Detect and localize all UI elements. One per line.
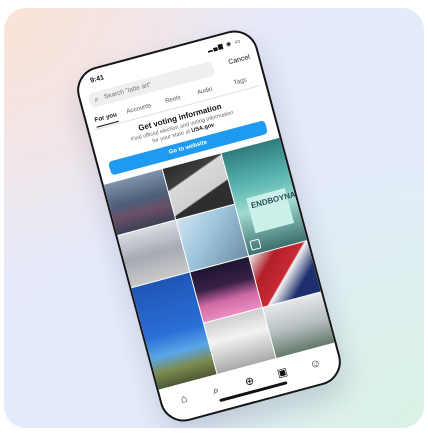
reel-icon bbox=[249, 238, 262, 251]
profile-icon[interactable]: ☺ bbox=[306, 354, 326, 374]
home-icon[interactable]: ⌂ bbox=[174, 390, 194, 410]
phone-mockup: 9:41 ▂▄▆ ◉ ▭ ⌕ Cancel For you Accounts R… bbox=[71, 25, 347, 427]
tab-audio[interactable]: Audio bbox=[196, 86, 213, 97]
background-card: 9:41 ▂▄▆ ◉ ▭ ⌕ Cancel For you Accounts R… bbox=[4, 8, 424, 428]
tab-reels[interactable]: Reels bbox=[164, 94, 181, 105]
volunteer-sign: ENDBOYNA bbox=[246, 188, 297, 234]
explore-grid: ENDBOYNA bbox=[103, 137, 335, 390]
tab-for-you[interactable]: For you bbox=[94, 111, 118, 124]
search-icon: ⌕ bbox=[93, 94, 100, 105]
status-icons: ▂▄▆ ◉ ▭ bbox=[206, 38, 243, 54]
volunteer-sign-text: ENDBOYNA bbox=[250, 189, 297, 211]
tab-accounts[interactable]: Accounts bbox=[126, 102, 152, 115]
cancel-button[interactable]: Cancel bbox=[228, 54, 251, 66]
tab-tags[interactable]: Tags bbox=[233, 76, 247, 86]
voting-desc-suffix: . bbox=[213, 121, 217, 129]
status-time: 9:41 bbox=[89, 74, 105, 85]
reels-icon[interactable]: ▣ bbox=[273, 363, 293, 383]
